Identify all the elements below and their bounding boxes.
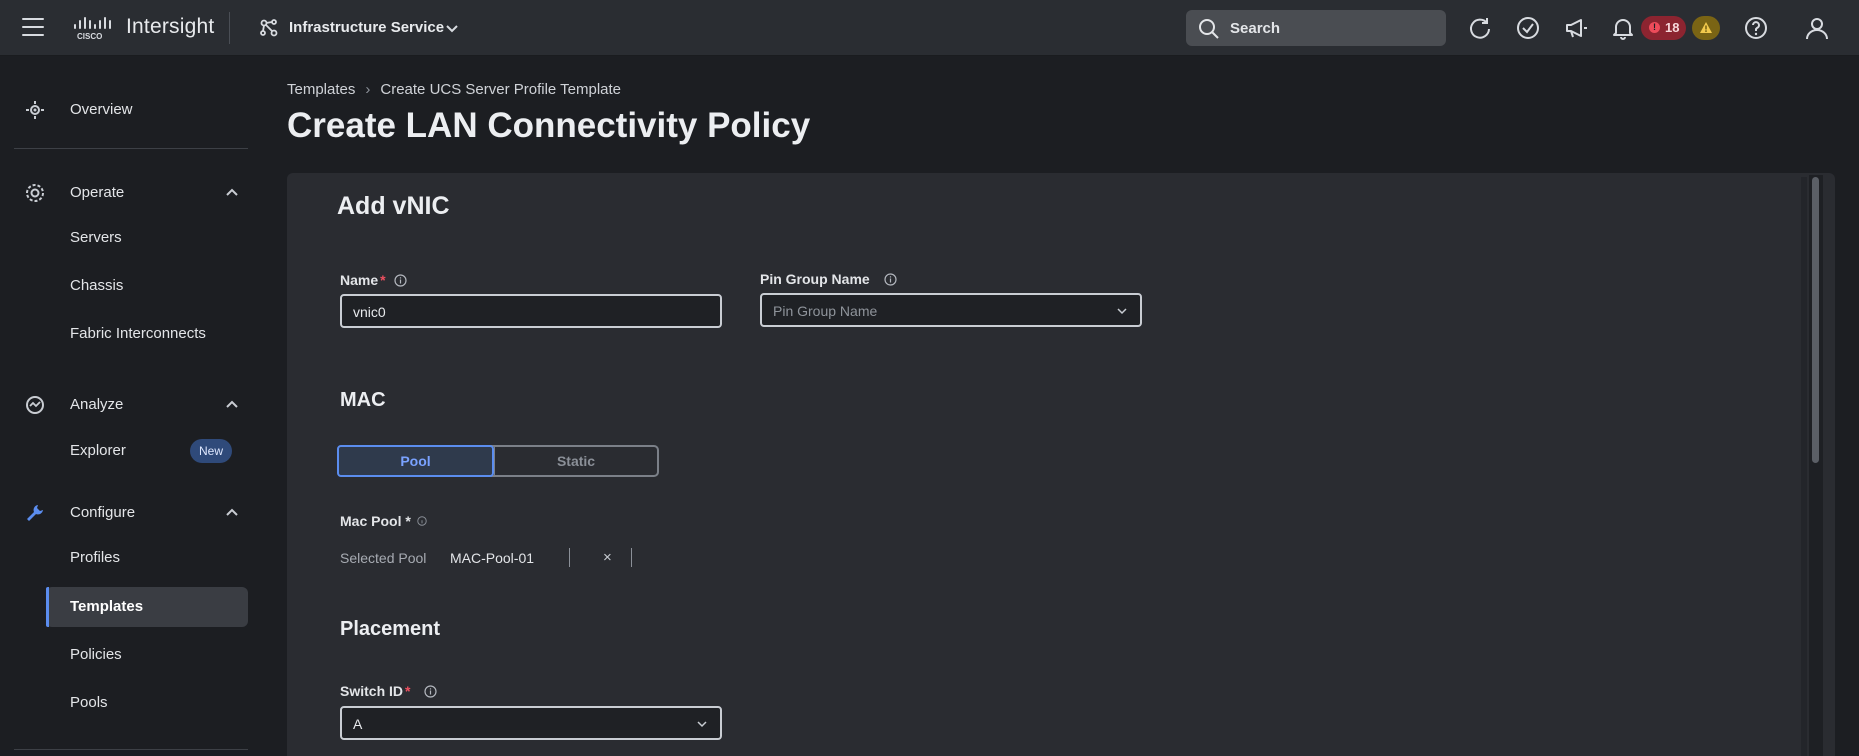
new-badge: New — [190, 439, 232, 463]
panel-title: Add vNIC — [337, 192, 450, 220]
pin-group-label: Pin Group Name — [760, 271, 897, 287]
analyze-icon — [26, 396, 44, 414]
divider — [14, 148, 248, 149]
sidebar-item-label: Pools — [70, 694, 108, 711]
nav-operate[interactable]: Operate — [0, 171, 262, 215]
svg-text:CISCO: CISCO — [77, 32, 102, 40]
mac-option-pool[interactable]: Pool — [337, 445, 494, 477]
chevron-right-icon: › — [365, 81, 371, 98]
selected-pool-value[interactable]: MAC-Pool-01 — [450, 550, 534, 566]
cisco-logo: CISCO — [74, 17, 111, 40]
nav-overview[interactable]: Overview — [0, 88, 262, 132]
page-title: Create LAN Connectivity Policy — [287, 106, 811, 145]
name-label: Name * — [340, 272, 407, 288]
sidebar: Overview Operate Servers Chassis Fabric … — [0, 56, 262, 756]
nav-configure-label: Configure — [70, 504, 136, 521]
sidebar-item-label: Profiles — [70, 549, 121, 566]
sidebar-item-label: Explorer — [70, 442, 126, 459]
nav-analyze-label: Analyze — [70, 396, 124, 413]
mac-section-title: MAC — [340, 389, 386, 411]
clear-icon[interactable]: × — [603, 549, 612, 566]
info-icon[interactable] — [393, 274, 407, 287]
megaphone-icon[interactable] — [1563, 15, 1589, 41]
breadcrumb-templates[interactable]: Templates — [287, 81, 355, 98]
search-label: Search — [1230, 20, 1281, 37]
sidebar-item-servers[interactable]: Servers — [46, 218, 248, 258]
nav-operate-label: Operate — [70, 184, 125, 201]
network-icon[interactable] — [258, 17, 280, 39]
sidebar-item-explorer[interactable]: Explorer New — [46, 431, 248, 471]
mac-option-static[interactable]: Static — [494, 447, 657, 475]
chevron-down-icon — [1117, 308, 1127, 315]
scroll-thumb[interactable] — [1812, 177, 1819, 463]
nav-analyze[interactable]: Analyze — [0, 383, 262, 427]
divider — [229, 12, 230, 44]
refresh-icon[interactable] — [1467, 15, 1493, 41]
sidebar-item-policies[interactable]: Policies — [46, 635, 248, 675]
operate-icon — [26, 184, 44, 202]
scroll-gutter — [1801, 177, 1807, 756]
sidebar-item-label: Chassis — [70, 277, 124, 294]
info-icon[interactable] — [884, 273, 897, 286]
switch-id-label: Switch ID * — [340, 683, 438, 699]
app-name: Intersight — [126, 15, 215, 38]
sidebar-item-chassis[interactable]: Chassis — [46, 266, 248, 306]
info-icon[interactable] — [424, 685, 438, 698]
sidebar-item-templates[interactable]: Templates — [46, 587, 248, 627]
chevron-up-icon[interactable] — [224, 185, 240, 201]
pin-group-select[interactable]: Pin Group Name — [760, 293, 1142, 327]
mac-type-toggle: Pool Static — [337, 445, 659, 477]
user-icon[interactable] — [1804, 15, 1830, 41]
name-input[interactable]: vnic0 — [340, 294, 722, 328]
sidebar-item-label: Templates — [70, 598, 144, 615]
divider — [569, 548, 570, 567]
chevron-down-icon — [697, 721, 707, 728]
add-vnic-panel: Add vNIC Name * vnic0 Pin Group Name Pin … — [287, 173, 1835, 756]
divider — [14, 749, 248, 750]
placement-section-title: Placement — [340, 618, 441, 640]
sidebar-item-fabric-interconnects[interactable]: Fabric Interconnects — [46, 314, 248, 354]
top-bar: CISCO Intersight Infrastructure Service … — [0, 0, 1859, 56]
pin-group-placeholder: Pin Group Name — [773, 303, 878, 319]
overview-icon — [26, 101, 44, 119]
chevron-down-icon[interactable] — [444, 20, 460, 36]
switch-id-select[interactable]: A — [340, 706, 722, 740]
sidebar-item-label: Policies — [70, 646, 122, 663]
menu-icon[interactable] — [22, 18, 44, 38]
sidebar-item-profiles[interactable]: Profiles — [46, 538, 248, 578]
chevron-up-icon[interactable] — [224, 505, 240, 521]
wrench-icon — [27, 505, 43, 521]
check-circle-icon[interactable] — [1515, 15, 1541, 41]
breadcrumb-create-template[interactable]: Create UCS Server Profile Template — [380, 81, 621, 98]
sidebar-item-label: Fabric Interconnects — [70, 325, 206, 342]
name-value: vnic0 — [353, 304, 386, 320]
warning-icon — [1700, 22, 1712, 33]
divider — [631, 548, 632, 567]
info-icon[interactable] — [417, 516, 427, 526]
breadcrumb: Templates › Create UCS Server Profile Temp… — [287, 81, 621, 98]
sidebar-item-pools[interactable]: Pools — [46, 683, 248, 723]
selected-pool-label: Selected Pool — [340, 550, 427, 566]
alerts-count: 18 — [1665, 20, 1680, 35]
search-box[interactable]: Search — [1186, 10, 1446, 46]
bell-icon[interactable] — [1610, 15, 1636, 41]
chevron-up-icon[interactable] — [224, 397, 240, 413]
nav-configure[interactable]: Configure — [0, 491, 262, 535]
service-selector[interactable]: Infrastructure Service — [289, 19, 444, 36]
help-icon[interactable] — [1743, 15, 1769, 41]
critical-alerts-badge[interactable]: ! 18 — [1641, 16, 1686, 40]
scrollbar[interactable] — [1801, 175, 1825, 756]
nav-overview-label: Overview — [70, 101, 133, 118]
alert-icon: ! — [1649, 22, 1660, 33]
warning-badge[interactable] — [1692, 16, 1720, 40]
switch-id-value: A — [353, 716, 363, 732]
search-icon — [1199, 19, 1219, 39]
mac-pool-label: Mac Pool * — [340, 513, 427, 529]
sidebar-item-label: Servers — [70, 229, 122, 246]
